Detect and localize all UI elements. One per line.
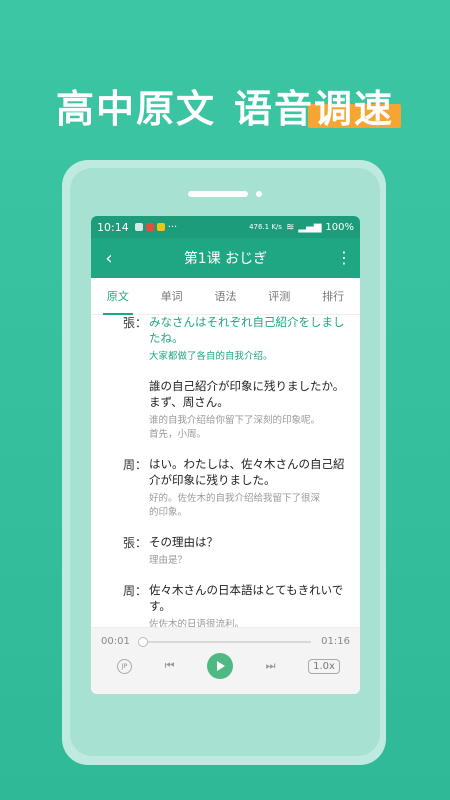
japanese-line: 佐々木さんの日本語はとてもきれいで bbox=[149, 583, 344, 597]
jp-toggle-icon[interactable]: JP bbox=[117, 658, 132, 674]
next-icon[interactable]: ⏭ bbox=[266, 659, 276, 673]
chinese-translation: 理由是？ bbox=[149, 555, 188, 566]
lesson-title: 第1课 おじぎ bbox=[183, 251, 268, 267]
more-notifications-icon: ··· bbox=[167, 221, 178, 233]
chinese-translation: 谁的自我介绍给你留下了深刻的印象呢。 bbox=[149, 415, 321, 426]
network-speed: 476.1 K/s bbox=[249, 223, 282, 231]
headline-right: 语音调速 bbox=[234, 87, 395, 131]
progress-knob[interactable] bbox=[137, 636, 148, 647]
play-icon bbox=[217, 661, 226, 671]
chinese-translation: 的印象。 bbox=[149, 507, 188, 518]
tab-4[interactable]: 排行 bbox=[306, 282, 360, 314]
entry-lines: 誰の自己紹介が印象に残りましたか。 まず、周さん。谁的自我介绍给你留下了深刻的印象… bbox=[149, 378, 346, 442]
more-icon[interactable]: ⋮ bbox=[336, 248, 352, 267]
tab-3[interactable]: 评测 bbox=[252, 282, 306, 314]
headline-left: 高中原文 bbox=[55, 87, 216, 131]
dialogue-entry[interactable]: 誰の自己紹介が印象に残りましたか。 まず、周さん。谁的自我介绍给你留下了深刻的印象… bbox=[103, 378, 346, 442]
app-screen: 10:14 ··· 476.1 K/s ≋ ▂▄▆ 100% ‹ 第1课 おじぎ… bbox=[91, 216, 360, 694]
audio-player: 00:01 01:16 JP ⏮ ⏭ 1.0x bbox=[91, 627, 360, 694]
entry-lines: はい。わたしは、佐々木さんの自己紹 介が印象に残りました。好的。佐佐木的自我介绍给… bbox=[149, 456, 346, 520]
previous-icon[interactable]: ⏮ bbox=[165, 659, 175, 673]
notification-icons: ··· bbox=[134, 221, 178, 233]
total-time: 01:16 bbox=[321, 636, 350, 647]
tab-bar: 原文 单词 语法 评测 排行 bbox=[91, 282, 360, 315]
chinese-translation: 好的。佐佐木的自我介绍给我留下了很深 bbox=[149, 493, 321, 504]
app-bar: ‹ 第1课 おじぎ ⋮ bbox=[91, 238, 360, 278]
status-right: 476.1 K/s ≋ ▂▄▆ 100% bbox=[249, 222, 354, 233]
speaker-label: 張： bbox=[122, 316, 147, 330]
speaker-label bbox=[103, 378, 149, 442]
progress-track[interactable] bbox=[137, 636, 312, 647]
japanese-line: はい。わたしは、佐々木さんの自己紹 bbox=[149, 457, 345, 471]
battery-level: 100% bbox=[325, 221, 354, 233]
speaker-label: 張： bbox=[122, 536, 147, 550]
japanese-line: す。 bbox=[149, 599, 171, 613]
japanese-line: 介が印象に残りました。 bbox=[149, 473, 276, 487]
entry-lines: 佐々木さんの日本語はとてもきれいで す。 佐佐木的日语很流利。 bbox=[149, 582, 346, 628]
current-time: 00:01 bbox=[101, 636, 130, 647]
wifi-icon: ≋ bbox=[285, 221, 295, 233]
dialogue-list: 張： みなさんはそれぞれ自己紹介をしまし たね。 大家都做了各自的自我介绍。 誰の自己紹… bbox=[91, 314, 360, 628]
dialogue-entry[interactable]: 周： はい。わたしは、佐々木さんの自己紹 介が印象に残りました。好的。佐佐木的自我介… bbox=[103, 456, 346, 520]
status-bar: 10:14 ··· 476.1 K/s ≋ ▂▄▆ 100% bbox=[91, 216, 360, 238]
signal-icon: ▂▄▆ bbox=[298, 221, 322, 233]
headline: 高中原文 语音调速 bbox=[0, 78, 450, 133]
speaker-label: 周： bbox=[122, 458, 147, 472]
phone-camera bbox=[256, 191, 262, 197]
tab-2[interactable]: 语法 bbox=[199, 282, 253, 314]
japanese-line: みなさんはそれぞれ自己紹介をしまし bbox=[149, 315, 345, 329]
app-icon bbox=[145, 223, 154, 231]
japanese-line: まず、周さん。 bbox=[149, 395, 229, 409]
chinese-translation: 首先，小周。 bbox=[149, 429, 207, 440]
speed-button[interactable]: 1.0x bbox=[308, 658, 340, 674]
speaker-label: 周： bbox=[122, 584, 147, 598]
tab-0[interactable]: 原文 bbox=[91, 282, 145, 315]
chinese-translation: 大家都做了各自的自我介绍。 bbox=[149, 351, 273, 362]
app-icon bbox=[156, 223, 165, 231]
japanese-line: その理由は？ bbox=[149, 535, 218, 549]
dialogue-entry[interactable]: 周： 佐々木さんの日本語はとてもきれいで す。 佐佐木的日语很流利。 bbox=[103, 582, 346, 628]
status-time: 10:14 bbox=[97, 220, 129, 234]
phone-speaker bbox=[188, 191, 248, 197]
tab-1[interactable]: 单词 bbox=[145, 282, 199, 314]
japanese-line: たね。 bbox=[149, 331, 184, 345]
dialogue-entry[interactable]: 張： みなさんはそれぞれ自己紹介をしまし たね。大家都做了各自的自我介绍。 bbox=[103, 314, 346, 364]
entry-lines: みなさんはそれぞれ自己紹介をしまし たね。大家都做了各自的自我介绍。 bbox=[149, 314, 346, 364]
japanese-line: 誰の自己紹介が印象に残りましたか。 bbox=[149, 379, 345, 393]
dialogue-entry[interactable]: 張： その理由は？ 理由是？ bbox=[103, 534, 346, 568]
play-button[interactable] bbox=[207, 653, 234, 679]
image-icon bbox=[134, 223, 143, 231]
entry-lines: その理由は？ 理由是？ bbox=[149, 534, 346, 568]
